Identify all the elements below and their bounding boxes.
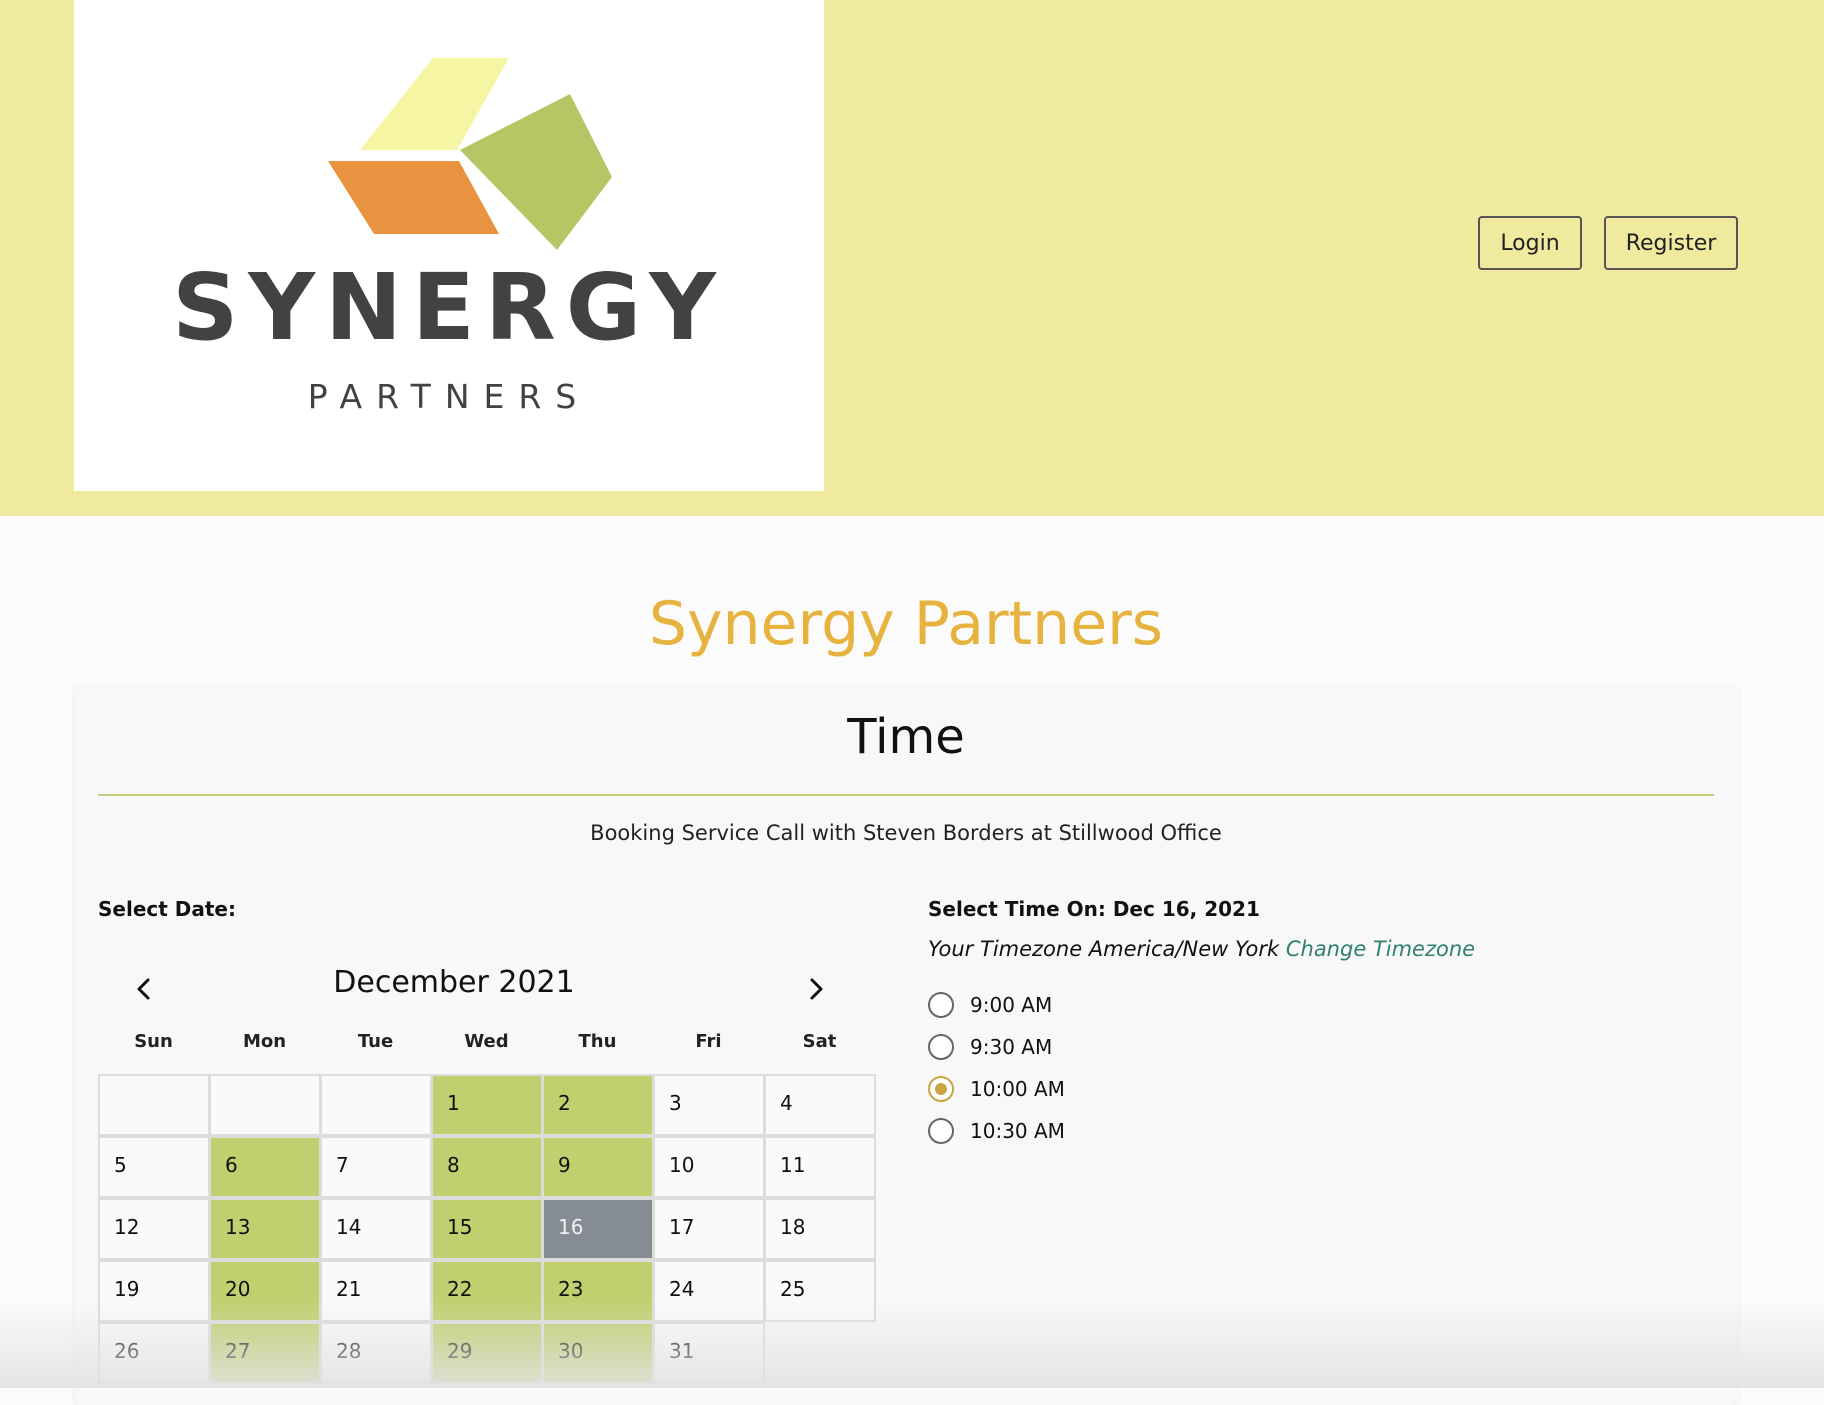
calendar-day[interactable]: 13 [209, 1198, 321, 1260]
calendar-day[interactable]: 30 [542, 1322, 654, 1384]
calendar-day[interactable]: 20 [209, 1260, 321, 1322]
weekday-sat: Sat [802, 1031, 837, 1052]
calendar-day[interactable]: 11 [764, 1136, 876, 1198]
time-slot-radio[interactable] [928, 1076, 954, 1102]
calendar-day[interactable]: 8 [431, 1136, 543, 1198]
calendar-day[interactable]: 18 [764, 1198, 876, 1260]
calendar-day[interactable]: 27 [209, 1322, 321, 1384]
time-slot[interactable]: 10:30 AM [928, 1116, 1065, 1146]
calendar-day[interactable]: 26 [98, 1322, 210, 1384]
time-slot[interactable]: 9:00 AM [928, 990, 1052, 1020]
calendar-day[interactable]: 22 [431, 1260, 543, 1322]
calendar-day[interactable]: 6 [209, 1136, 321, 1198]
calendar-empty-cell [209, 1074, 321, 1136]
calendar-day[interactable]: 5 [98, 1136, 210, 1198]
logo-mark [328, 58, 612, 250]
chevron-left-icon [137, 978, 150, 1000]
change-timezone-link[interactable]: Change Timezone [1286, 937, 1475, 961]
divider [98, 794, 1714, 796]
calendar-day[interactable]: 28 [320, 1322, 432, 1384]
calendar-day[interactable]: 25 [764, 1260, 876, 1322]
login-button[interactable]: Login [1478, 216, 1582, 270]
logo: SYNERGY PARTNERS [74, 0, 824, 491]
calendar-day[interactable]: 31 [653, 1322, 765, 1384]
time-slot-label: 10:00 AM [970, 1077, 1065, 1101]
site-title: Synergy Partners [648, 589, 1164, 659]
booking-card: Time Booking Service Call with Steven Bo… [74, 685, 1738, 1405]
calendar-day[interactable]: 15 [431, 1198, 543, 1260]
booking-description: Booking Service Call with Steven Borders… [590, 821, 1222, 845]
calendar-day[interactable]: 21 [320, 1260, 432, 1322]
time-slot-label: 9:00 AM [970, 993, 1053, 1017]
calendar-day[interactable]: 10 [653, 1136, 765, 1198]
time-slot[interactable]: 9:30 AM [928, 1032, 1052, 1062]
time-slot-label: 9:30 AM [970, 1035, 1053, 1059]
weekday-tue: Tue [357, 1031, 394, 1052]
select-date-label: Select Date: [98, 897, 236, 921]
timezone-text: Your Timezone America/New York [928, 937, 1280, 961]
next-month-button[interactable] [798, 971, 834, 1007]
chevron-right-icon [810, 978, 823, 1000]
calendar-day[interactable]: 23 [542, 1260, 654, 1322]
calendar-day[interactable]: 3 [653, 1074, 765, 1136]
card-title: Time [847, 709, 965, 765]
prev-month-button[interactable] [126, 971, 162, 1007]
weekday-mon: Mon [242, 1031, 287, 1052]
calendar-day[interactable]: 16 [542, 1198, 654, 1260]
calendar-day[interactable]: 24 [653, 1260, 765, 1322]
time-slot-label: 10:30 AM [970, 1119, 1065, 1143]
calendar-day[interactable]: 19 [98, 1260, 210, 1322]
calendar-day[interactable]: 4 [764, 1074, 876, 1136]
time-slot-radio[interactable] [928, 1034, 954, 1060]
calendar-day[interactable]: 12 [98, 1198, 210, 1260]
month-title: December 2021 [333, 965, 575, 1000]
time-slot[interactable]: 10:00 AM [928, 1074, 1065, 1104]
weekday-wed: Wed [464, 1031, 509, 1052]
calendar-day[interactable]: 29 [431, 1322, 543, 1384]
select-time-heading: Select Time On: Dec 16, 2021 [928, 897, 1260, 921]
timezone-info: Your Timezone America/New York Change Ti… [928, 937, 1475, 961]
register-button[interactable]: Register [1604, 216, 1738, 270]
time-slot-radio[interactable] [928, 1118, 954, 1144]
site-header: SYNERGY PARTNERS Login Register [0, 0, 1824, 516]
weekday-sun: Sun [134, 1031, 173, 1052]
weekday-fri: Fri [695, 1031, 722, 1052]
calendar-day[interactable]: 7 [320, 1136, 432, 1198]
calendar-empty-cell [320, 1074, 432, 1136]
calendar-day[interactable]: 2 [542, 1074, 654, 1136]
calendar-empty-cell [98, 1074, 210, 1136]
calendar-day[interactable]: 9 [542, 1136, 654, 1198]
calendar-day[interactable]: 17 [653, 1198, 765, 1260]
calendar-day[interactable]: 14 [320, 1198, 432, 1260]
calendar-day[interactable]: 1 [431, 1074, 543, 1136]
logo-subtitle: PARTNERS [307, 377, 591, 416]
logo-wordmark: SYNERGY [172, 254, 726, 361]
time-slot-radio[interactable] [928, 992, 954, 1018]
weekday-thu: Thu [578, 1031, 617, 1052]
